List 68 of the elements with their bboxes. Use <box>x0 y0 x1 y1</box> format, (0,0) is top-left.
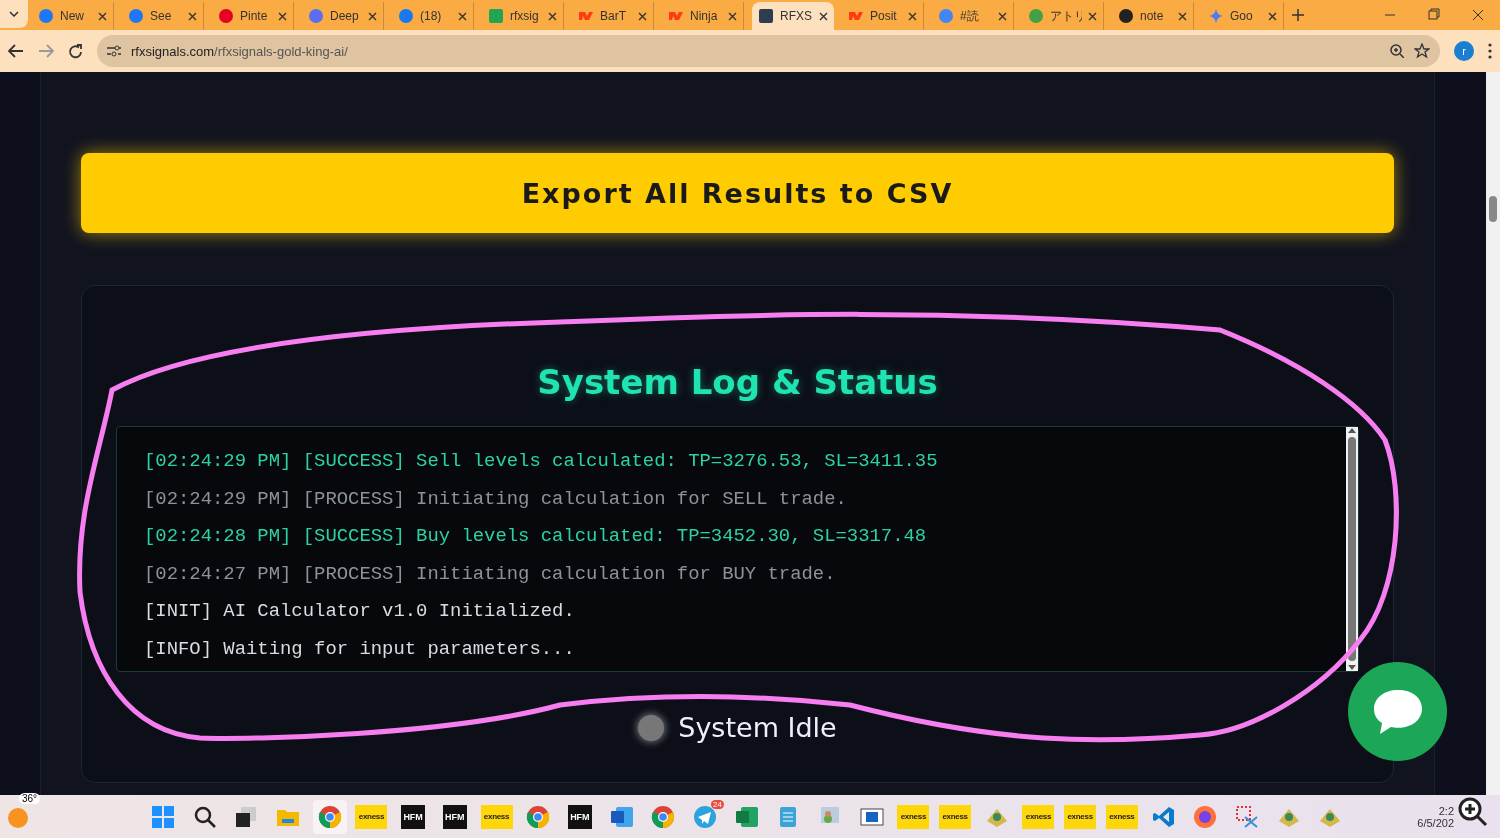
tab-favicon-icon <box>1028 8 1044 24</box>
tab-favicon-icon <box>938 8 954 24</box>
word-icon <box>609 804 634 829</box>
tab-favicon-icon <box>128 8 144 24</box>
firefox-icon <box>1193 804 1218 829</box>
close-icon[interactable] <box>819 11 828 21</box>
tab-favicon-icon <box>38 8 54 24</box>
close-icon[interactable] <box>368 11 377 21</box>
close-icon[interactable] <box>1088 11 1097 21</box>
close-icon[interactable] <box>548 11 557 21</box>
close-icon[interactable] <box>1268 11 1277 21</box>
page-scrollbar[interactable] <box>1486 72 1500 795</box>
profile-avatar[interactable]: r <box>1454 41 1474 61</box>
menu-icon[interactable] <box>1488 43 1492 59</box>
zoom-icon[interactable] <box>1390 44 1404 58</box>
spreadsheet-icon <box>734 804 759 829</box>
site-settings-icon[interactable] <box>107 45 121 57</box>
search-icon <box>192 804 217 829</box>
new-tab-icon[interactable] <box>1292 9 1304 21</box>
log-line: [02:24:28 PM] [SUCCESS] Buy levels calculated: TP=3452.30, SL=3317.48 <box>144 524 928 549</box>
browser-tab[interactable]: RFXS <box>752 2 834 30</box>
close-icon[interactable] <box>998 11 1007 21</box>
close-icon[interactable] <box>458 11 467 21</box>
code-editor-icon <box>1151 804 1176 829</box>
back-icon[interactable] <box>8 44 24 58</box>
bookmark-star-icon[interactable] <box>1414 43 1430 59</box>
close-icon[interactable] <box>278 11 287 21</box>
clock-time: 2:2 <box>1438 804 1454 817</box>
scroll-up-icon[interactable] <box>1348 427 1356 433</box>
tab-favicon-icon <box>218 8 234 24</box>
close-icon[interactable] <box>638 11 647 21</box>
tab-favicon-icon <box>398 8 414 24</box>
chrome-icon <box>526 804 551 829</box>
close-icon[interactable] <box>908 11 917 21</box>
address-bar[interactable]: rfxsignals.com/rfxsignals-gold-king-ai/ <box>97 35 1440 67</box>
temperature: 36° <box>19 792 41 804</box>
log-line: [02:24:29 PM] [PROCESS] Initiating calculation for SELL trade. <box>144 486 848 511</box>
close-icon[interactable] <box>98 11 107 21</box>
snipping-icon <box>1234 804 1259 829</box>
scroll-down-icon[interactable] <box>1348 665 1356 671</box>
windows-icon <box>151 804 175 829</box>
status-text: System Idle <box>678 712 837 743</box>
task-view-icon <box>234 804 259 829</box>
log-line: [INIT] AI Calculator v1.0 Initialized. <box>144 599 576 624</box>
log-line: [02:24:29 PM] [SUCCESS] Sell levels calculated: TP=3276.53, SL=3411.35 <box>144 449 939 474</box>
reload-icon[interactable] <box>68 43 83 59</box>
log-line: [02:24:27 PM] [PROCESS] Initiating calculation for BUY trade. <box>144 561 837 586</box>
tab-favicon-icon <box>488 8 504 24</box>
scrollbar[interactable] <box>1346 427 1358 671</box>
tab-favicon-icon <box>308 8 324 24</box>
magnifier-icon[interactable] <box>1458 797 1488 827</box>
chrome-icon <box>317 804 342 829</box>
tab-favicon-icon <box>758 8 774 24</box>
close-icon[interactable] <box>1178 11 1187 21</box>
chat-bubble-icon <box>1371 687 1424 736</box>
chrome-icon <box>651 804 676 829</box>
close-icon[interactable] <box>728 11 737 21</box>
log-line: [INFO] Waiting for input parameters... <box>144 636 576 661</box>
close-icon[interactable] <box>188 11 197 21</box>
tab-favicon-icon <box>1118 8 1134 24</box>
tab-search-icon[interactable] <box>9 11 19 17</box>
notification-badge: 24 <box>711 799 724 809</box>
export-button[interactable]: Export All Results to CSV <box>81 153 1394 233</box>
panel-title: System Log & Status <box>537 362 938 402</box>
url-text: rfxsignals.com/rfxsignals-gold-king-ai/ <box>131 43 348 59</box>
taskbar-app[interactable]: 24 <box>687 799 722 834</box>
sparkle-icon <box>1208 8 1224 24</box>
clock-date: 6/5/202 <box>1417 816 1454 829</box>
